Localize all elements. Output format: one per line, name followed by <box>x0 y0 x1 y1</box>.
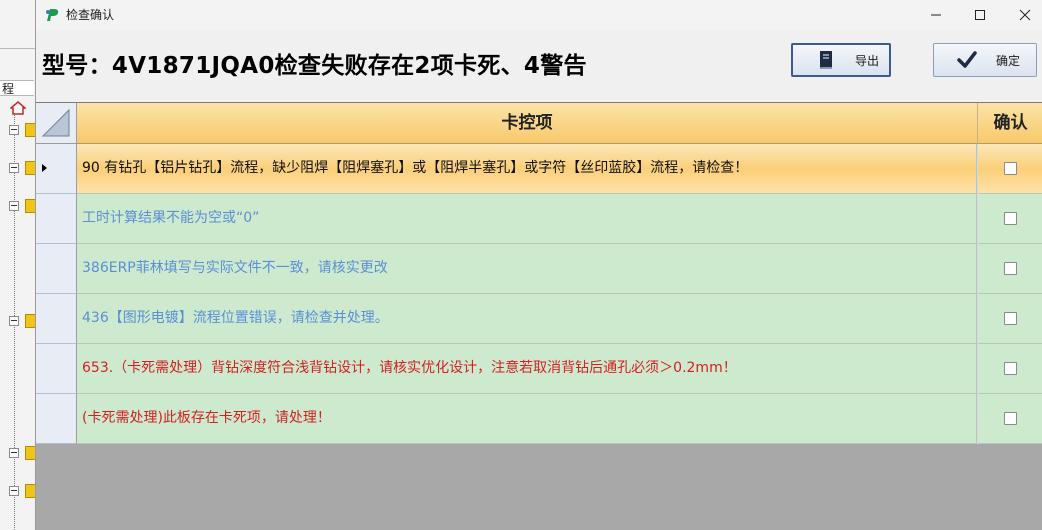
tree-node[interactable] <box>9 446 37 460</box>
collapse-icon[interactable] <box>9 316 19 326</box>
collapse-icon[interactable] <box>9 201 19 211</box>
confirm-checkbox[interactable] <box>1004 212 1017 225</box>
maximize-button[interactable] <box>957 0 1003 30</box>
table-row[interactable]: 653.（卡死需处理）背钻深度符合浅背钻设计，请核实优化设计，注意若取消背钻后通… <box>36 344 1042 394</box>
window-title: 检查确认 <box>66 8 115 22</box>
app-logo-icon <box>46 9 59 21</box>
corner-triangle-icon <box>41 108 70 137</box>
grid-empty-area <box>36 444 1042 530</box>
tree-node[interactable] <box>9 161 37 175</box>
collapse-icon[interactable] <box>9 486 19 496</box>
row-header[interactable] <box>36 194 77 244</box>
confirm-cell[interactable] <box>978 294 1042 344</box>
tree-node[interactable] <box>9 199 37 213</box>
confirm-checkbox[interactable] <box>1004 412 1017 425</box>
grid-header: 卡控项 确认 <box>36 103 1042 144</box>
table-row[interactable]: 90 有钻孔【铝片钻孔】流程，缺少阻焊【阻焊塞孔】或【阻焊半塞孔】或字符【丝印蓝… <box>36 144 1042 194</box>
check-item-text[interactable]: 436【图形电镀】流程位置错误，请检查并处理。 <box>77 294 977 344</box>
confirm-cell[interactable] <box>978 244 1042 294</box>
export-label: 导出 <box>855 53 880 68</box>
check-confirm-dialog: 检查确认 型号：4V1871JQA0检查失败存在2项卡死、4警告 导出 确定 卡… <box>35 0 1042 530</box>
row-header[interactable] <box>36 294 77 344</box>
collapse-icon[interactable] <box>9 163 19 173</box>
row-header[interactable] <box>36 144 77 194</box>
bg-column-label: 程 <box>0 80 34 96</box>
check-item-text[interactable]: (卡死需处理)此板存在卡死项，请处理！ <box>77 394 977 444</box>
tree-node[interactable] <box>9 314 37 328</box>
book-icon <box>820 51 832 69</box>
row-header[interactable] <box>36 244 77 294</box>
maximize-icon <box>975 10 985 20</box>
confirm-checkbox[interactable] <box>1004 162 1017 175</box>
current-row-pointer-icon <box>42 164 47 172</box>
check-item-text[interactable]: 工时计算结果不能为空或“0” <box>77 194 977 244</box>
confirm-label: 确定 <box>996 53 1021 68</box>
confirm-cell[interactable] <box>978 344 1042 394</box>
confirm-cell[interactable] <box>978 144 1042 194</box>
row-header[interactable] <box>36 344 77 394</box>
background-window: 程 <box>0 0 37 530</box>
home-icon <box>10 101 26 115</box>
model-title: 型号：4V1871JQA0检查失败存在2项卡死、4警告 <box>42 53 587 79</box>
dialog-header: 型号：4V1871JQA0检查失败存在2项卡死、4警告 导出 确定 <box>36 30 1042 102</box>
collapse-icon[interactable] <box>9 448 19 458</box>
table-row[interactable]: 436【图形电镀】流程位置错误，请检查并处理。 <box>36 294 1042 344</box>
export-button[interactable]: 导出 <box>791 43 891 77</box>
tree-node[interactable] <box>9 484 37 498</box>
bg-divider <box>0 48 36 49</box>
confirm-checkbox[interactable] <box>1004 312 1017 325</box>
title-bar[interactable]: 检查确认 <box>36 0 1042 30</box>
confirm-checkbox[interactable] <box>1004 262 1017 275</box>
confirm-cell[interactable] <box>978 394 1042 444</box>
collapse-icon[interactable] <box>9 125 19 135</box>
close-icon <box>1019 9 1031 21</box>
table-row[interactable]: 工时计算结果不能为空或“0” <box>36 194 1042 244</box>
confirm-button[interactable]: 确定 <box>933 43 1037 77</box>
column-header-item[interactable]: 卡控项 <box>77 103 978 144</box>
check-items-grid: 卡控项 确认 90 有钻孔【铝片钻孔】流程，缺少阻焊【阻焊塞孔】或【阻焊半塞孔】… <box>36 102 1042 445</box>
column-header-confirm[interactable]: 确认 <box>978 103 1042 144</box>
table-row[interactable]: 386ERP菲林填写与实际文件不一致，请核实更改 <box>36 244 1042 294</box>
close-button[interactable] <box>1002 0 1042 30</box>
check-item-text[interactable]: 386ERP菲林填写与实际文件不一致，请核实更改 <box>77 244 977 294</box>
check-item-text[interactable]: 90 有钻孔【铝片钻孔】流程，缺少阻焊【阻焊塞孔】或【阻焊半塞孔】或字符【丝印蓝… <box>77 144 977 194</box>
checkmark-icon <box>957 51 977 68</box>
tree-node[interactable] <box>9 123 37 137</box>
row-header[interactable] <box>36 394 77 444</box>
confirm-cell[interactable] <box>978 194 1042 244</box>
minimize-icon <box>931 14 941 16</box>
check-item-text[interactable]: 653.（卡死需处理）背钻深度符合浅背钻设计，请核实优化设计，注意若取消背钻后通… <box>77 344 977 394</box>
table-row[interactable]: (卡死需处理)此板存在卡死项，请处理！ <box>36 394 1042 444</box>
select-all-corner[interactable] <box>36 103 77 144</box>
confirm-checkbox[interactable] <box>1004 362 1017 375</box>
minimize-button[interactable] <box>913 0 959 30</box>
